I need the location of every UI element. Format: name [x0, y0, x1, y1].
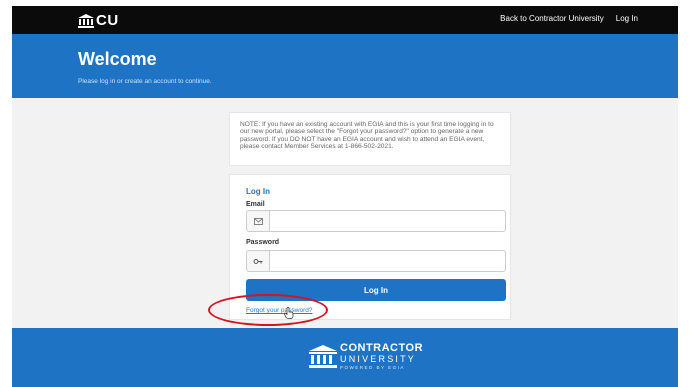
page-subtitle: Please log in or create an account to co… — [78, 78, 212, 85]
hand-pointer-icon — [284, 307, 294, 319]
browser-viewport: CU Back to Contractor University Log In … — [12, 6, 678, 387]
building-columns-icon — [78, 13, 94, 28]
footer-logo[interactable]: CONTRACTOR UNIVERSITY POWERED BY EGIA — [309, 343, 423, 371]
footer-brand: CONTRACTOR — [340, 342, 424, 354]
footer-powered: POWERED BY EGIA — [340, 365, 405, 370]
email-label: Email — [246, 201, 265, 208]
logo-text: CU — [96, 12, 119, 29]
footer-brand-text: CONTRACTOR UNIVERSITY POWERED BY EGIA — [340, 343, 423, 371]
footer: CONTRACTOR UNIVERSITY POWERED BY EGIA — [12, 328, 678, 387]
login-title: Log In — [246, 187, 270, 196]
password-input-group — [246, 250, 506, 272]
password-label: Password — [246, 239, 280, 246]
key-icon — [247, 251, 270, 271]
nav-links: Back to Contractor University Log In — [500, 14, 638, 23]
back-to-cu-link[interactable]: Back to Contractor University — [500, 14, 604, 23]
building-columns-icon — [309, 344, 337, 368]
footer-brand-sub: UNIVERSITY — [340, 354, 417, 364]
envelope-icon — [247, 211, 270, 231]
cu-logo[interactable]: CU — [78, 12, 119, 29]
top-nav: CU Back to Contractor University Log In — [12, 6, 678, 34]
nav-login-link[interactable]: Log In — [616, 14, 638, 23]
notice-box: NOTE: If you have an existing account wi… — [229, 112, 511, 166]
page-title: Welcome — [78, 49, 157, 69]
annotation-circle — [208, 294, 328, 326]
email-field[interactable] — [270, 211, 505, 231]
welcome-banner: Welcome Please log in or create an accou… — [12, 34, 678, 98]
password-field[interactable] — [270, 251, 505, 271]
email-input-group — [246, 210, 506, 232]
